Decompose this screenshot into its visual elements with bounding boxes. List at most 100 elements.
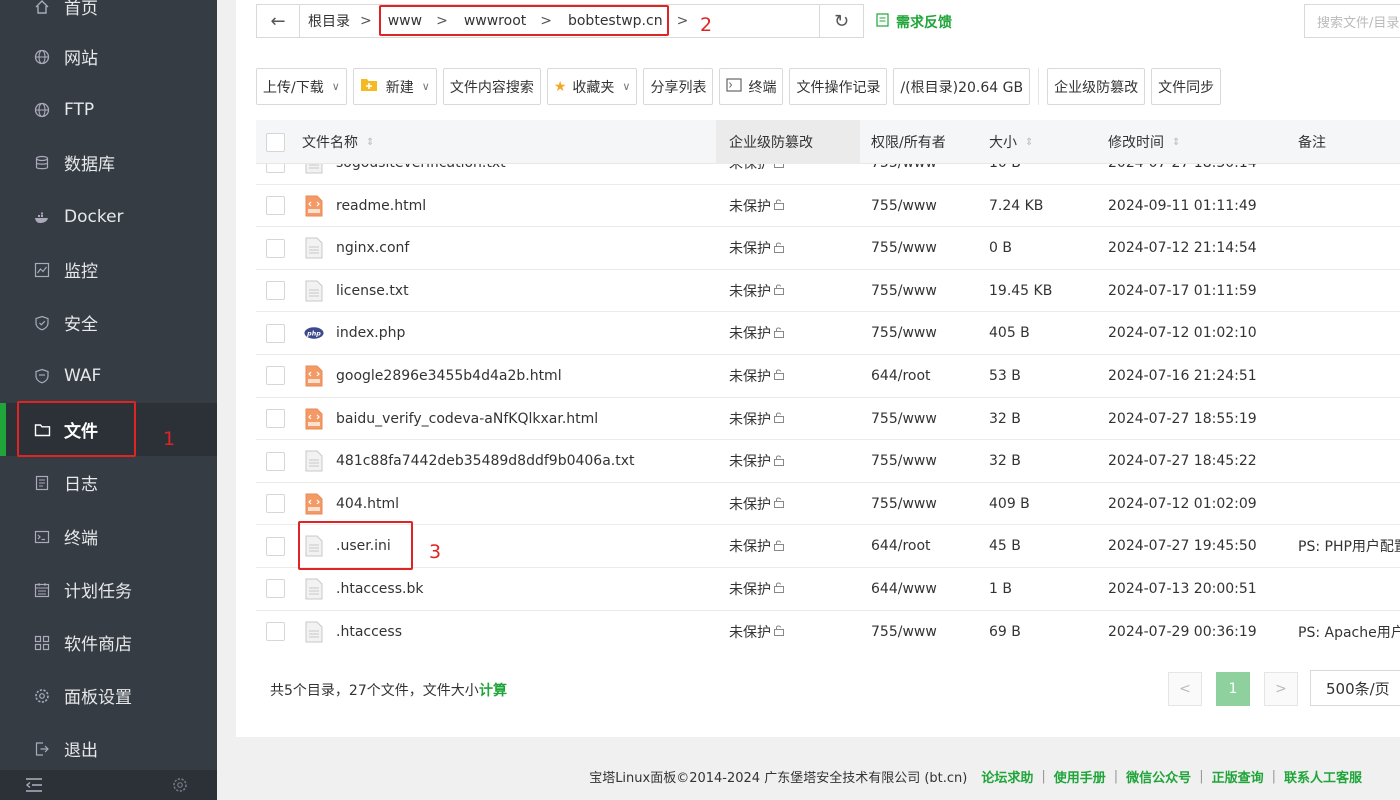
row-checkbox[interactable] bbox=[266, 568, 285, 610]
header-name[interactable]: 文件名称 ⇕ bbox=[302, 120, 374, 164]
note-cell[interactable]: PS: PHP用户配置 bbox=[1298, 525, 1400, 567]
row-checkbox[interactable] bbox=[266, 611, 285, 652]
row-checkbox[interactable] bbox=[266, 355, 285, 397]
file-name[interactable]: license.txt bbox=[336, 283, 409, 299]
table-row[interactable]: .user.ini 未保护 644/root 45 B 2024-07-27 19:45… bbox=[256, 525, 1400, 568]
file-name-cell[interactable]: google2896e3455b4d4a2b.html bbox=[304, 355, 562, 397]
permission-cell[interactable]: 644/root bbox=[871, 355, 931, 397]
table-row[interactable]: google2896e3455b4d4a2b.html 未保护 644/root 53… bbox=[256, 355, 1400, 398]
table-row[interactable]: 404.html 未保护 755/www 409 B 2024-07-12 01:02:… bbox=[256, 483, 1400, 526]
row-checkbox[interactable] bbox=[266, 483, 285, 525]
file-name-cell[interactable]: sogousiteverification.txt bbox=[304, 164, 506, 184]
next-page-button[interactable]: > bbox=[1264, 672, 1298, 706]
sidebar-item-files[interactable]: 文件 bbox=[0, 403, 217, 456]
table-row[interactable]: baidu_verify_codeva-aNfKQlkxar.html 未保护 75… bbox=[256, 398, 1400, 441]
file-name[interactable]: 404.html bbox=[336, 496, 399, 512]
row-checkbox[interactable] bbox=[266, 312, 285, 354]
tamper-cell[interactable]: 未保护 bbox=[729, 227, 785, 269]
sidebar-item-monitor[interactable]: 监控 bbox=[0, 243, 217, 296]
permission-cell[interactable]: 755/www bbox=[871, 164, 937, 184]
footer-link-support[interactable]: 联系人工客服 bbox=[1284, 767, 1362, 786]
sidebar-item-website[interactable]: 网站 bbox=[0, 30, 217, 83]
file-name[interactable]: sogousiteverification.txt bbox=[336, 164, 506, 171]
table-row[interactable]: sogousiteverification.txt 未保护 755/www 10 B 2… bbox=[256, 164, 1400, 185]
row-checkbox[interactable] bbox=[266, 270, 285, 312]
file-name-cell[interactable]: readme.html bbox=[304, 185, 426, 227]
tamper-protect-button[interactable]: 企业级防篡改 bbox=[1047, 68, 1146, 105]
permission-cell[interactable]: 755/www bbox=[871, 270, 937, 312]
file-name[interactable]: nginx.conf bbox=[336, 240, 409, 256]
tamper-cell[interactable]: 未保护 bbox=[729, 611, 785, 652]
header-size[interactable]: 大小 ⇕ bbox=[989, 120, 1033, 164]
upload-download-button[interactable]: 上传/下载 ∨ bbox=[256, 68, 347, 105]
file-name-cell[interactable]: .htaccess.bk bbox=[304, 568, 423, 610]
note-cell[interactable]: PS: Apache用户 bbox=[1298, 611, 1400, 652]
footer-link-forum[interactable]: 论坛求助 bbox=[981, 767, 1033, 786]
sidebar-item-terminal[interactable]: 终端 bbox=[0, 510, 217, 563]
file-search-input[interactable]: 搜索文件/目录 bbox=[1304, 4, 1400, 38]
file-name[interactable]: .htaccess bbox=[336, 624, 402, 640]
table-row[interactable]: nginx.conf 未保护 755/www 0 B 2024-07-12 21:14:… bbox=[256, 227, 1400, 270]
prev-page-button[interactable]: < bbox=[1168, 672, 1202, 706]
disk-usage-button[interactable]: /(根目录)20.64 GB bbox=[893, 68, 1031, 105]
sidebar-item-database[interactable]: 数据库 bbox=[0, 136, 217, 189]
row-checkbox[interactable] bbox=[266, 525, 285, 567]
breadcrumb-wwwroot[interactable]: wwwroot bbox=[456, 13, 534, 29]
table-row[interactable]: .htaccess.bk 未保护 644/www 1 B 2024-07-13 20:0… bbox=[256, 568, 1400, 611]
breadcrumb-site[interactable]: bobtestwp.cn bbox=[560, 13, 671, 29]
tamper-cell[interactable]: 未保护 bbox=[729, 355, 785, 397]
breadcrumb-www[interactable]: www bbox=[380, 13, 430, 29]
file-name-cell[interactable]: php index.php bbox=[304, 312, 405, 354]
row-checkbox[interactable] bbox=[266, 398, 285, 440]
gear-icon[interactable] bbox=[172, 777, 188, 797]
sidebar-item-security[interactable]: 安全 bbox=[0, 296, 217, 349]
file-name[interactable]: index.php bbox=[336, 325, 405, 341]
file-name[interactable]: readme.html bbox=[336, 198, 426, 214]
permission-cell[interactable]: 644/www bbox=[871, 568, 937, 610]
collapse-menu-icon[interactable] bbox=[25, 777, 43, 797]
sidebar-item-store[interactable]: 软件商店 bbox=[0, 616, 217, 669]
file-name-cell[interactable]: 481c88fa7442deb35489d8ddf9b0406a.txt bbox=[304, 440, 635, 482]
tamper-cell[interactable]: 未保护 bbox=[729, 483, 785, 525]
file-name-cell[interactable]: license.txt bbox=[304, 270, 409, 312]
footer-link-manual[interactable]: 使用手册 bbox=[1054, 767, 1106, 786]
file-name-cell[interactable]: 404.html bbox=[304, 483, 399, 525]
tamper-cell[interactable]: 未保护 bbox=[729, 270, 785, 312]
file-name-cell[interactable]: nginx.conf bbox=[304, 227, 409, 269]
share-list-button[interactable]: 分享列表 bbox=[643, 68, 714, 105]
content-search-button[interactable]: 文件内容搜索 bbox=[442, 68, 541, 105]
feedback-link[interactable]: 需求反馈 bbox=[876, 12, 952, 32]
table-row[interactable]: 481c88fa7442deb35489d8ddf9b0406a.txt 未保护 7… bbox=[256, 440, 1400, 483]
table-row[interactable]: readme.html 未保护 755/www 7.24 KB 2024-09-11 0… bbox=[256, 185, 1400, 228]
tamper-cell[interactable]: 未保护 bbox=[729, 525, 785, 567]
sidebar-item-logs[interactable]: 日志 bbox=[0, 456, 217, 509]
table-row[interactable]: license.txt 未保护 755/www 19.45 KB 2024-07-17 … bbox=[256, 270, 1400, 313]
row-checkbox[interactable] bbox=[266, 227, 285, 269]
permission-cell[interactable]: 755/www bbox=[871, 185, 937, 227]
terminal-button[interactable]: 终端 bbox=[719, 68, 784, 105]
file-name[interactable]: google2896e3455b4d4a2b.html bbox=[336, 368, 562, 384]
footer-link-license[interactable]: 正版查询 bbox=[1212, 767, 1264, 786]
permission-cell[interactable]: 755/www bbox=[871, 398, 937, 440]
sidebar-item-ftp[interactable]: FTP bbox=[0, 83, 217, 136]
tamper-cell[interactable]: 未保护 bbox=[729, 398, 785, 440]
row-checkbox[interactable] bbox=[266, 440, 285, 482]
tamper-cell[interactable]: 未保护 bbox=[729, 164, 785, 184]
file-name-cell[interactable]: baidu_verify_codeva-aNfKQlkxar.html bbox=[304, 398, 598, 440]
file-name[interactable]: baidu_verify_codeva-aNfKQlkxar.html bbox=[336, 411, 598, 427]
table-row[interactable]: php index.php 未保护 755/www 405 B 2024-07-12 01… bbox=[256, 312, 1400, 355]
table-row[interactable]: .htaccess 未保护 755/www 69 B 2024-07-29 00:36:… bbox=[256, 611, 1400, 652]
tamper-cell[interactable]: 未保护 bbox=[729, 185, 785, 227]
sidebar-item-settings[interactable]: 面板设置 bbox=[0, 669, 217, 722]
tamper-cell[interactable]: 未保护 bbox=[729, 440, 785, 482]
calculate-size-link[interactable]: 计算 bbox=[479, 680, 507, 700]
row-checkbox[interactable] bbox=[266, 185, 285, 227]
tamper-cell[interactable]: 未保护 bbox=[729, 312, 785, 354]
permission-cell[interactable]: 755/www bbox=[871, 312, 937, 354]
sidebar-item-docker[interactable]: Docker bbox=[0, 190, 217, 243]
sidebar-item-logout[interactable]: 退出 bbox=[0, 722, 217, 775]
permission-cell[interactable]: 755/www bbox=[871, 227, 937, 269]
operation-log-button[interactable]: 文件操作记录 bbox=[789, 68, 888, 105]
breadcrumb-root[interactable]: 根目录 bbox=[300, 11, 358, 31]
file-name[interactable]: .htaccess.bk bbox=[336, 581, 423, 597]
